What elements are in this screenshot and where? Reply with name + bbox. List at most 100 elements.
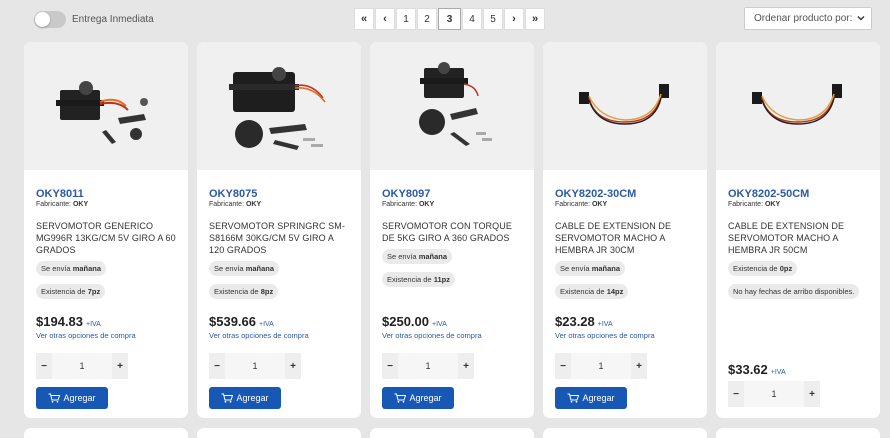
product-card-partial [543,428,707,438]
quantity-input[interactable]: 1 [52,353,112,379]
product-sku[interactable]: OKY8202-50CM [728,188,868,200]
quantity-input[interactable]: 1 [571,353,631,379]
stock-badge: Existencia de 0pz [728,261,798,276]
product-price: $33.62 [728,362,768,377]
quantity-stepper: − 1 + [555,353,647,379]
chevron-down-icon [857,16,865,21]
pagination-next[interactable]: › [504,8,524,30]
stock-value: 0pz [779,264,793,273]
quantity-stepper: − 1 + [209,353,301,379]
more-purchase-options-link[interactable]: Ver otras opciones de compra [555,331,695,340]
product-card-partial [370,428,534,438]
shipping-label: Se envía [214,264,246,273]
shipping-value: mañana [245,264,275,273]
product-price: $250.00 [382,314,429,329]
more-purchase-options-link[interactable]: Ver otras opciones de compra [36,331,176,340]
product-price: $194.83 [36,314,83,329]
stock-label: Existencia de [214,287,261,296]
iva-label: +IVA [432,321,447,328]
stock-value: 8pz [260,287,274,296]
product-price: $539.66 [209,314,256,329]
add-to-cart-label: Agregar [63,393,96,403]
stock-value: 14pz [606,287,624,296]
quantity-stepper: − 1 + [36,353,128,379]
stock-badge: Existencia de 14pz [555,284,629,299]
product-price: $23.28 [555,314,595,329]
more-purchase-options-link[interactable]: Ver otras opciones de compra [382,331,522,340]
quantity-minus-button[interactable]: − [36,353,52,379]
pagination-page-current[interactable]: 3 [438,8,461,30]
quantity-plus-button[interactable]: + [631,353,647,379]
shipping-value: mañana [591,264,621,273]
stock-value: 7pz [87,287,101,296]
stock-value: 11pz [433,275,450,284]
product-description: SERVOMOTOR SPRINGRC SM-S8166M 30KG/CM 5V… [209,221,345,255]
product-description: SERVOMOTOR CON TORQUE DE 5KG GIRO A 360 … [382,221,512,243]
product-sku[interactable]: OKY8075 [209,188,349,200]
entrega-inmediata-toggle[interactable] [34,11,66,28]
pagination-page[interactable]: 2 [417,8,437,30]
quantity-plus-button[interactable]: + [112,353,128,379]
product-image[interactable] [370,42,534,170]
shipping-value: mañana [418,252,448,261]
pagination-prev[interactable]: ‹ [375,8,395,30]
quantity-input[interactable]: 1 [225,353,285,379]
product-sku[interactable]: OKY8202-30CM [555,188,695,200]
sort-select[interactable]: Ordenar producto por: [744,7,872,30]
iva-label: +IVA [597,321,613,328]
more-purchase-options-link[interactable]: Ver otras opciones de compra [209,331,349,340]
quantity-plus-button[interactable]: + [285,353,301,379]
quantity-input[interactable]: 1 [398,353,458,379]
quantity-minus-button[interactable]: − [555,353,571,379]
product-card: OKY8011 Fabricante: OKY SERVOMOTOR GENER… [24,42,188,418]
product-description: SERVOMOTOR GENERICO MG996R 13KG/CM 5V GI… [36,221,176,255]
quantity-minus-button[interactable]: − [728,381,744,407]
product-description: CABLE DE EXTENSION DE SERVOMOTOR MACHO A… [555,221,672,255]
manufacturer-value: OKY [764,201,781,208]
quantity-minus-button[interactable]: − [382,353,398,379]
quantity-plus-button[interactable]: + [458,353,474,379]
stock-label: Existencia de [733,264,780,273]
product-sku[interactable]: OKY8097 [382,188,522,200]
quantity-input[interactable]: 1 [744,381,804,407]
product-image[interactable] [716,42,880,170]
cart-plus-icon [48,393,61,403]
entrega-inmediata-filter[interactable]: Entrega Inmediata [34,11,154,28]
stock-badge: Existencia de 11pz [382,272,455,287]
product-sku[interactable]: OKY8011 [36,188,176,200]
shipping-label: Se envía [560,264,592,273]
stock-label: Existencia de [560,287,607,296]
pagination-first[interactable]: « [354,8,374,30]
quantity-minus-button[interactable]: − [209,353,225,379]
add-to-cart-label: Agregar [582,393,615,403]
stock-label: Existencia de [41,287,88,296]
add-to-cart-button[interactable]: Agregar [382,387,454,409]
manufacturer-label: Fabricante: [36,201,72,208]
pagination-page[interactable]: 5 [483,8,503,30]
product-image[interactable] [24,42,188,170]
price-row: $33.62 +IVA [728,362,868,377]
iva-label: +IVA [259,321,274,328]
iva-label: +IVA [770,369,786,376]
manufacturer-value: OKY [591,201,608,208]
shipping-badge: Se envía mañana [555,261,626,276]
quantity-plus-button[interactable]: + [804,381,820,407]
product-manufacturer: Fabricante: OKY [555,201,695,208]
manufacturer-value: OKY [72,201,89,208]
product-image[interactable] [197,42,361,170]
add-to-cart-button[interactable]: Agregar [555,387,627,409]
pagination-page[interactable]: 1 [396,8,416,30]
manufacturer-value: OKY [245,201,262,208]
entrega-inmediata-label: Entrega Inmediata [72,14,154,25]
add-to-cart-button[interactable]: Agregar [36,387,108,409]
manufacturer-label: Fabricante: [209,201,245,208]
product-image[interactable] [543,42,707,170]
cart-plus-icon [221,393,234,403]
pagination-page[interactable]: 4 [462,8,482,30]
shipping-label: Se envía [387,252,419,261]
product-manufacturer: Fabricante: OKY [728,201,868,208]
price-row: $194.83 +IVA [36,314,176,329]
price-row: $23.28 +IVA [555,314,695,329]
pagination-last[interactable]: » [525,8,545,30]
add-to-cart-button[interactable]: Agregar [209,387,281,409]
